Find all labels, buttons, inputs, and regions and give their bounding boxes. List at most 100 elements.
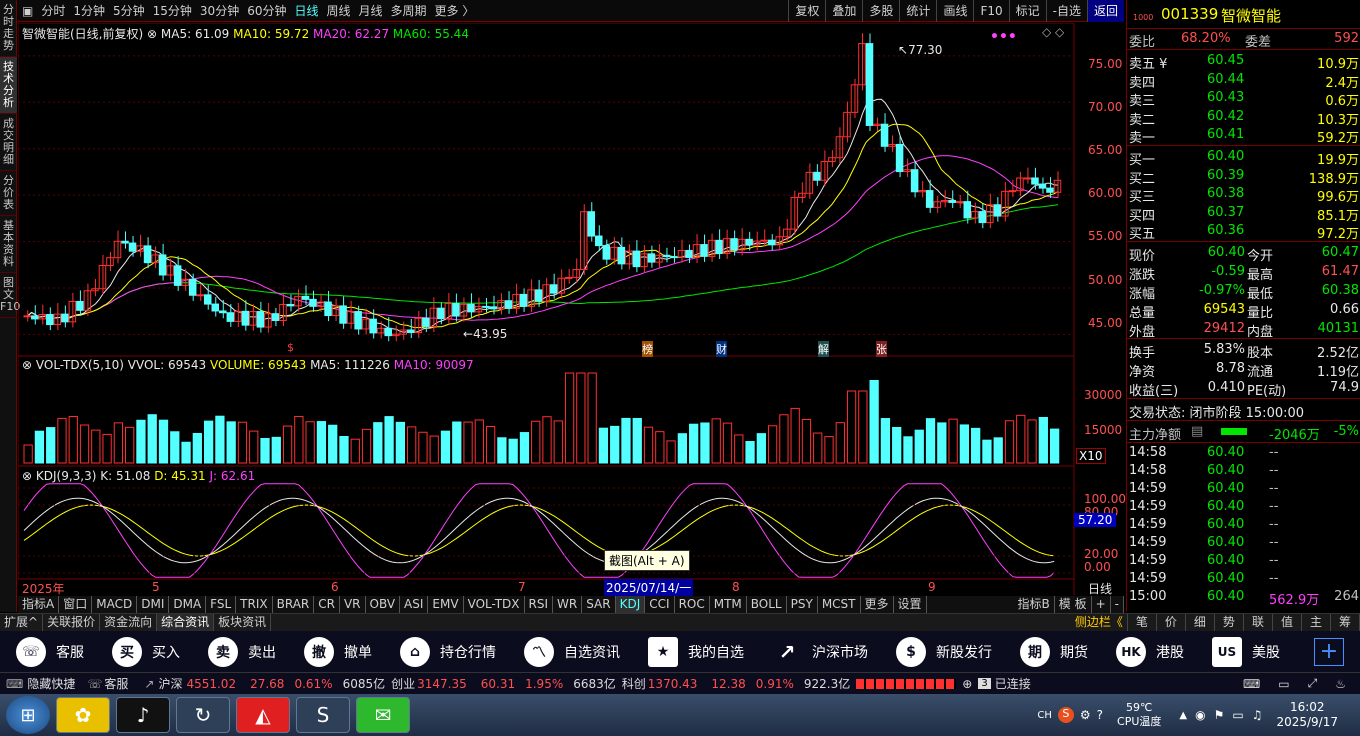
btab-0[interactable]: 指标A xyxy=(18,596,60,613)
side-tab-zhi[interactable]: 值 xyxy=(1273,614,1302,631)
fuquan-button[interactable]: 复权 xyxy=(788,0,825,22)
toolbar-menu-icon[interactable]: ▣ xyxy=(18,4,37,18)
btab-14[interactable]: RSI xyxy=(525,596,554,613)
mark-button[interactable]: 标记 xyxy=(1008,0,1046,22)
vtab-0[interactable]: 分时走势 xyxy=(0,0,17,57)
btab-11[interactable]: ASI xyxy=(400,596,429,613)
btab-1[interactable]: 窗口 xyxy=(59,596,93,613)
quick-position[interactable]: ⌂ 持仓行情 xyxy=(400,636,496,667)
cpu-temp[interactable]: 59℃ CPU温度 xyxy=(1117,701,1161,729)
btab-19[interactable]: ROC xyxy=(675,596,710,613)
vtab-3[interactable]: 分价表 xyxy=(0,171,17,216)
flow-expand-icon[interactable]: ▤ xyxy=(1191,424,1203,439)
btab-16[interactable]: SAR xyxy=(582,596,616,613)
period-5min[interactable]: 5分钟 xyxy=(109,2,149,19)
quick-news[interactable]: 〽自选资讯 xyxy=(524,636,620,667)
app-refresh-icon[interactable]: ↻ xyxy=(176,697,230,733)
btab-9[interactable]: VR xyxy=(340,596,366,613)
btab-18[interactable]: CCI xyxy=(645,596,675,613)
screen-tray-icon[interactable]: ▭ xyxy=(1232,708,1243,722)
network-tray-icon[interactable]: ◉ xyxy=(1195,708,1205,722)
add-icon[interactable]: + xyxy=(1314,637,1344,666)
stats-button[interactable]: 统计 xyxy=(899,0,936,22)
btab-10[interactable]: OBV xyxy=(366,596,401,613)
period-daily[interactable]: 日线 xyxy=(290,2,322,19)
settings-tray-icon[interactable]: ⚙ xyxy=(1080,708,1091,722)
btab-8[interactable]: CR xyxy=(314,596,340,613)
template-button[interactable]: 模 板 xyxy=(1055,596,1092,613)
btab-2[interactable]: MACD xyxy=(92,596,138,613)
event-marker-zhang[interactable]: 张 xyxy=(876,341,887,357)
ext-tab-1[interactable]: 关联报价 xyxy=(43,614,101,631)
btab-24[interactable]: 更多 xyxy=(861,596,894,613)
event-marker-cai[interactable]: 财 xyxy=(716,341,727,357)
vol-unit[interactable]: X10 xyxy=(1076,448,1106,464)
side-tab-zhu[interactable]: 主 xyxy=(1302,614,1331,631)
period-30min[interactable]: 30分钟 xyxy=(196,2,243,19)
app-browser-icon[interactable]: S xyxy=(296,697,350,733)
btab-21[interactable]: BOLL xyxy=(747,596,787,613)
ext-tab-3[interactable]: 综合资讯 xyxy=(157,614,215,631)
keyboard-icon[interactable]: ⌨ xyxy=(1243,677,1260,691)
side-tab-jia[interactable]: 价 xyxy=(1157,614,1186,631)
kline-chart-area[interactable]: 智微智能(日线,前复权) ⊗ MA5: 61.09 MA10: 59.72 MA… xyxy=(17,22,1126,596)
period-60min[interactable]: 60分钟 xyxy=(243,2,290,19)
period-more[interactable]: 更多 〉 xyxy=(431,2,479,19)
vol-toggle-icon[interactable]: ⊗ xyxy=(22,358,32,372)
vtab-5[interactable]: 图文F10 xyxy=(0,273,20,318)
btab-5[interactable]: FSL xyxy=(206,596,237,613)
indicator-b-button[interactable]: 指标B xyxy=(1014,596,1055,613)
remove-watchlist-button[interactable]: -自选 xyxy=(1045,0,1087,22)
hide-shortcuts[interactable]: 隐藏快捷 xyxy=(27,675,75,692)
period-1min[interactable]: 1分钟 xyxy=(69,2,109,19)
btab-3[interactable]: DMI xyxy=(137,596,170,613)
vtab-2[interactable]: 成交明细 xyxy=(0,114,17,171)
overlay-button[interactable]: 叠加 xyxy=(825,0,862,22)
btab-4[interactable]: DMA xyxy=(169,596,207,613)
btab-20[interactable]: MTM xyxy=(710,596,747,613)
sidebar-toggle[interactable]: 侧边栏《 xyxy=(1071,614,1128,631)
chart-svg[interactable] xyxy=(17,22,1124,595)
ime-indicator[interactable]: CH xyxy=(1037,710,1052,721)
tray-expand-icon[interactable]: ▲ xyxy=(1179,710,1187,721)
quick-cancel[interactable]: 撤撤单 xyxy=(304,636,372,667)
start-button[interactable]: ⊞ xyxy=(6,696,50,734)
quick-buy[interactable]: 买买入 xyxy=(112,636,180,667)
side-tab-lian[interactable]: 联 xyxy=(1244,614,1273,631)
quick-futures[interactable]: 期期货 xyxy=(1020,636,1088,667)
ext-tab-4[interactable]: 板块资讯 xyxy=(214,614,272,631)
btab-23[interactable]: MCST xyxy=(818,596,861,613)
btab-25[interactable]: 设置 xyxy=(894,596,927,613)
help-tray-icon[interactable]: ? xyxy=(1097,708,1103,722)
side-tab-bi[interactable]: 笔 xyxy=(1128,614,1157,631)
app-wechat-icon[interactable]: ✉ xyxy=(356,697,410,733)
quick-ipo[interactable]: $ 新股发行 xyxy=(896,636,992,667)
btab-12[interactable]: EMV xyxy=(428,596,464,613)
draw-line-button[interactable]: 画线 xyxy=(936,0,973,22)
btab-22[interactable]: PSY xyxy=(787,596,818,613)
event-marker-dollar[interactable]: $ xyxy=(287,341,294,354)
zoom-out-button[interactable]: - xyxy=(1111,596,1124,613)
quick-us[interactable]: US 美股 xyxy=(1212,636,1280,667)
f10-button[interactable]: F10 xyxy=(973,0,1008,22)
period-weekly[interactable]: 周线 xyxy=(323,2,355,19)
kdj-toggle-icon[interactable]: ⊗ xyxy=(22,469,32,483)
app-rabbit-icon[interactable]: ✿ xyxy=(56,697,110,733)
multi-stock-button[interactable]: 多股 xyxy=(862,0,899,22)
side-tab-shi[interactable]: 势 xyxy=(1215,614,1244,631)
period-fenshi[interactable]: 分时 xyxy=(37,2,69,19)
period-15min[interactable]: 15分钟 xyxy=(149,2,196,19)
volume-tray-icon[interactable]: ♫ xyxy=(1252,708,1263,722)
ext-tab-0[interactable]: 扩展^ xyxy=(0,614,44,631)
minimize-icon[interactable]: ▭ xyxy=(1278,677,1289,691)
btab-6[interactable]: TRIX xyxy=(236,596,273,613)
btab-13[interactable]: VOL-TDX xyxy=(464,596,525,613)
zoom-in-button[interactable]: + xyxy=(1092,596,1111,613)
event-marker-jie[interactable]: 解 xyxy=(818,341,829,357)
status-service[interactable]: 客服 xyxy=(104,675,128,692)
side-tab-chou[interactable]: 筹 xyxy=(1331,614,1360,631)
header-toggle-icon[interactable]: ⊗ xyxy=(147,27,157,41)
back-button[interactable]: 返回 xyxy=(1086,0,1124,22)
expand-icon[interactable]: ⤢ xyxy=(1308,676,1318,691)
btab-17[interactable]: KDJ xyxy=(615,596,646,613)
